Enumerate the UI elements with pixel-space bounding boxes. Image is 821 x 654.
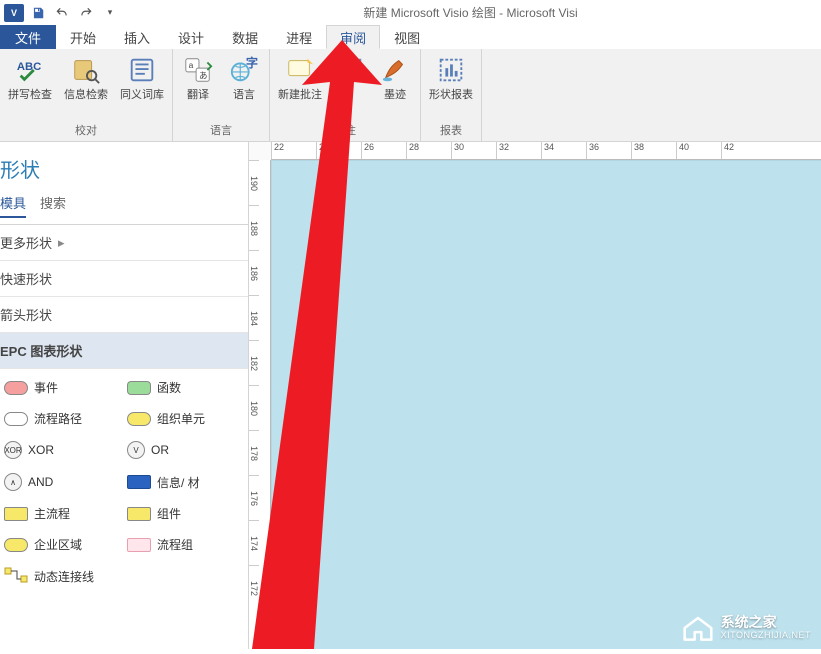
tab-design[interactable]: 设计 [164, 25, 218, 49]
group-label-proofing: 校对 [5, 120, 167, 141]
group-label-reports: 报表 [426, 120, 476, 141]
language-button[interactable]: 字 语言 [224, 52, 264, 103]
translate-icon: aあ [182, 54, 214, 86]
shape-item[interactable]: 主流程 [4, 505, 121, 522]
research-button[interactable]: 信息检索 [61, 52, 111, 103]
canvas-area: 2224262830323436384042 19018818618418218… [249, 142, 821, 649]
research-label: 信息检索 [64, 89, 108, 101]
shape-item[interactable]: 信息/ 材 [127, 473, 244, 491]
shape-reports-icon [435, 54, 467, 86]
shape-item[interactable]: 企业区域 [4, 536, 121, 553]
svg-text:ABC: ABC [17, 61, 41, 73]
qat-customize[interactable]: ▾ [100, 3, 120, 23]
shape-item[interactable]: 动态连接线 [4, 567, 244, 586]
redo-button[interactable] [76, 3, 96, 23]
comment-pane-icon [334, 54, 366, 86]
thesaurus-button[interactable]: 同义词库 [117, 52, 167, 103]
new-comment-button[interactable]: 新建批注 [275, 52, 325, 103]
nav-quick-shapes[interactable]: 快速形状 [0, 261, 248, 297]
tab-review[interactable]: 审阅 [326, 25, 380, 49]
nav-more-shapes-label: 更多形状 [0, 233, 52, 252]
shape-item[interactable]: VOR [127, 441, 244, 459]
ribbon: ABC 拼写检查 信息检索 同义词库 校对 aあ 翻译 字 语言 [0, 49, 821, 142]
horizontal-ruler[interactable]: 2224262830323436384042 [271, 142, 821, 160]
shape-item[interactable]: 事件 [4, 379, 121, 396]
thesaurus-label: 同义词库 [120, 89, 164, 101]
language-label: 语言 [233, 89, 255, 101]
undo-button[interactable] [52, 3, 72, 23]
nav-more-shapes[interactable]: 更多形状 ▸ [0, 225, 248, 261]
window-title: 新建 Microsoft Visio 绘图 - Microsoft Visi [120, 4, 821, 21]
nav-epc-shapes[interactable]: EPC 图表形状 [0, 333, 248, 369]
shapes-pane: 形状 模具 搜索 更多形状 ▸ 快速形状 箭头形状 EPC 图表形状 事件 函数… [0, 142, 249, 649]
title-bar: V ▾ 新建 Microsoft Visio 绘图 - Microsoft Vi… [0, 0, 821, 25]
undo-icon [55, 6, 69, 20]
quick-access-toolbar: V ▾ [0, 3, 120, 23]
new-comment-label: 新建批注 [278, 89, 322, 101]
svg-text:あ: あ [199, 70, 207, 80]
vertical-ruler[interactable]: 190188186184182180178176174172 [249, 160, 271, 649]
spell-check-button[interactable]: ABC 拼写检查 [5, 52, 55, 103]
shapes-pane-title: 形状 [0, 142, 248, 193]
drawing-page[interactable] [271, 160, 821, 649]
language-icon: 字 [228, 54, 260, 86]
ribbon-tabs: 文件 开始 插入 设计 数据 进程 审阅 视图 [0, 25, 821, 49]
group-label-language: 语言 [178, 120, 264, 141]
save-button[interactable] [28, 3, 48, 23]
comment-pane-button[interactable] [331, 52, 369, 88]
shape-item[interactable]: 组织单元 [127, 410, 244, 427]
svg-text:a: a [189, 60, 194, 70]
connector-icon [4, 567, 28, 586]
shape-item[interactable]: 流程路径 [4, 410, 121, 427]
shape-item[interactable]: 组件 [127, 505, 244, 522]
ribbon-group-language: aあ 翻译 字 语言 语言 [173, 49, 270, 141]
shape-list: 事件 函数 流程路径 组织单元 XORXOR VOR ∧AND 信息/ 材 主流… [0, 369, 248, 596]
redo-icon [79, 6, 93, 20]
tab-view[interactable]: 视图 [380, 25, 434, 49]
visio-app-icon[interactable]: V [4, 4, 24, 22]
ink-icon [379, 54, 411, 86]
workspace: 形状 模具 搜索 更多形状 ▸ 快速形状 箭头形状 EPC 图表形状 事件 函数… [0, 142, 821, 649]
subtab-search[interactable]: 搜索 [40, 193, 66, 218]
shape-reports-button[interactable]: 形状报表 [426, 52, 476, 103]
subtab-stencils[interactable]: 模具 [0, 193, 26, 218]
ribbon-group-comments: 新建批注 墨迹 批注 [270, 49, 421, 141]
save-icon [31, 6, 45, 20]
shapes-subtabs: 模具 搜索 [0, 193, 248, 225]
shape-item[interactable]: 函数 [127, 379, 244, 396]
new-comment-icon [284, 54, 316, 86]
translate-label: 翻译 [187, 89, 209, 101]
nav-arrow-shapes[interactable]: 箭头形状 [0, 297, 248, 333]
svg-text:字: 字 [246, 55, 258, 70]
tab-data[interactable]: 数据 [218, 25, 272, 49]
tab-insert[interactable]: 插入 [110, 25, 164, 49]
spell-check-label: 拼写检查 [8, 89, 52, 101]
tab-home[interactable]: 开始 [56, 25, 110, 49]
ink-button[interactable]: 墨迹 [375, 52, 415, 103]
research-icon [70, 54, 102, 86]
shape-reports-label: 形状报表 [429, 89, 473, 101]
ribbon-group-proofing: ABC 拼写检查 信息检索 同义词库 校对 [0, 49, 173, 141]
ribbon-group-reports: 形状报表 报表 [421, 49, 482, 141]
shape-item[interactable]: 流程组 [127, 536, 244, 553]
ink-label: 墨迹 [384, 89, 406, 101]
group-label-comments: 批注 [275, 120, 415, 141]
tab-process[interactable]: 进程 [272, 25, 326, 49]
spellcheck-icon: ABC [14, 54, 46, 86]
tab-file[interactable]: 文件 [0, 25, 56, 49]
shape-item[interactable]: ∧AND [4, 473, 121, 491]
thesaurus-icon [126, 54, 158, 86]
chevron-right-icon: ▸ [58, 235, 65, 251]
translate-button[interactable]: aあ 翻译 [178, 52, 218, 103]
shape-item[interactable]: XORXOR [4, 441, 121, 459]
